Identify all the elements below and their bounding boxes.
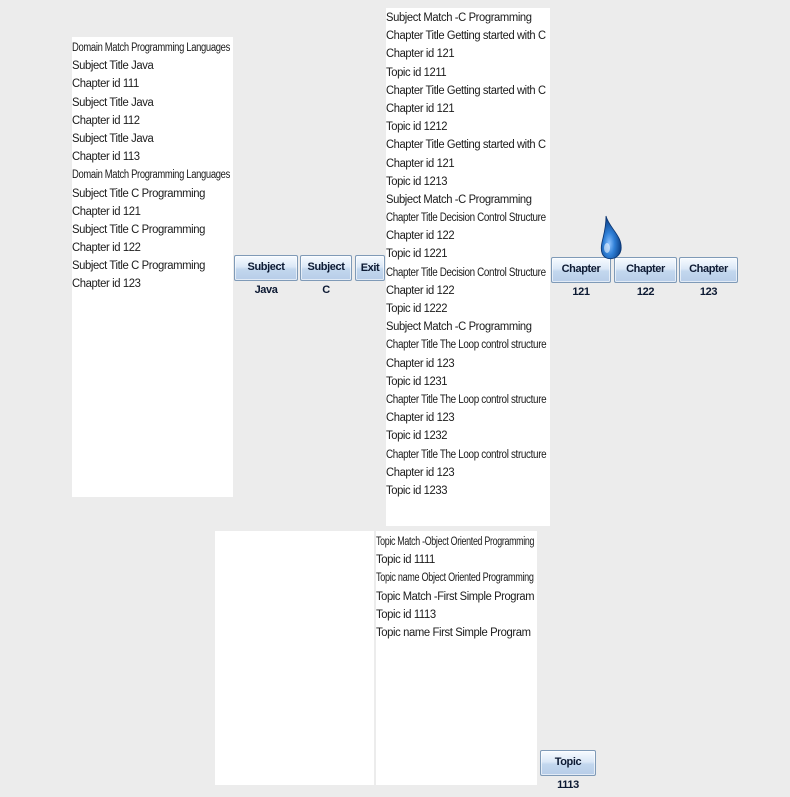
list-item: Chapter Title Decision Control Structure xyxy=(386,266,546,279)
list-item: Chapter Title Getting started with C xyxy=(386,30,546,43)
list-item: Chapter id 112 xyxy=(72,114,140,127)
list-item: Chapter id 121 xyxy=(386,102,455,115)
list-item: Topic id 1222 xyxy=(386,303,448,315)
subject-c-button[interactable]: Subject C xyxy=(300,255,352,296)
chapter-results-list: Subject Match -C Programming Chapter Titl… xyxy=(386,9,550,500)
topic-results-panel[interactable]: Topic Match -Object Oriented Programming… xyxy=(376,531,537,785)
list-item: Topic id 1212 xyxy=(386,121,448,134)
list-item: Chapter Title Getting started with C xyxy=(386,84,546,97)
list-item: Subject Match -C Programming xyxy=(386,12,532,24)
list-item: Subject Title C Programming xyxy=(72,187,205,200)
list-item: Topic id 1213 xyxy=(386,175,448,188)
list-item: Topic Match -First Simple Program xyxy=(376,590,535,603)
empty-output-panel[interactable] xyxy=(215,531,374,785)
list-item: Subject Title C Programming xyxy=(72,223,205,236)
list-item: Topic name First Simple Program xyxy=(376,626,531,639)
water-drop-cursor-icon xyxy=(600,215,622,260)
list-item: Domain Match Programming Languages xyxy=(72,42,230,54)
list-item: Topic id 1113 xyxy=(376,608,436,621)
list-item: Topic name Object Oriented Programming xyxy=(376,572,534,585)
list-item: Subject Match -C Programming xyxy=(386,193,532,206)
list-item: Chapter id 123 xyxy=(386,466,455,479)
domain-results-list: Domain Match Programming Languages Subje… xyxy=(72,39,233,294)
list-item: Chapter id 122 xyxy=(386,284,455,297)
topic-results-list: Topic Match -Object Oriented Programming… xyxy=(376,533,537,642)
list-item: Chapter id 121 xyxy=(386,48,455,61)
list-item: Subject Title Java xyxy=(72,96,154,109)
list-item: Chapter id 113 xyxy=(72,151,140,164)
list-item: Domain Match Programming Languages xyxy=(72,169,230,182)
list-item: Chapter id 121 xyxy=(386,157,455,170)
list-item: Topic id 1211 xyxy=(386,66,447,79)
exit-button[interactable]: Exit xyxy=(355,255,385,281)
subject-java-button[interactable]: Subject Java xyxy=(234,255,298,296)
list-item: Chapter id 111 xyxy=(72,78,139,91)
list-item: Subject Title C Programming xyxy=(72,260,205,273)
list-item: Chapter id 123 xyxy=(72,278,141,291)
list-item: Subject Match -C Programming xyxy=(386,321,532,334)
list-item: Subject Title Java xyxy=(72,132,154,145)
list-item: Chapter id 123 xyxy=(386,412,455,425)
list-item: Topic id 1233 xyxy=(386,484,448,497)
chapter-results-panel[interactable]: Subject Match -C Programming Chapter Titl… xyxy=(386,8,550,526)
list-item: Topic id 1111 xyxy=(376,554,435,567)
list-item: Chapter Title Getting started with C xyxy=(386,139,546,152)
list-item: Topic id 1232 xyxy=(386,430,448,443)
chapter-123-button[interactable]: Chapter 123 xyxy=(679,257,738,298)
list-item: Subject Title Java xyxy=(72,60,154,73)
list-item: Topic id 1221 xyxy=(386,248,448,261)
list-item: Topic Match -Object Oriented Programming xyxy=(376,536,535,548)
list-item: Chapter Title The Loop control structure xyxy=(386,393,547,406)
list-item: Chapter Title The Loop control structure xyxy=(386,448,547,461)
list-item: Chapter id 121 xyxy=(72,205,141,218)
domain-results-panel[interactable]: Domain Match Programming Languages Subje… xyxy=(72,37,233,497)
list-item: Topic id 1231 xyxy=(386,375,448,388)
topic-1113-button[interactable]: Topic 1113 xyxy=(540,750,596,791)
list-item: Chapter Title The Loop control structure xyxy=(386,339,547,352)
list-item: Chapter id 122 xyxy=(386,230,455,243)
list-item: Chapter id 123 xyxy=(386,357,455,370)
list-item: Chapter id 122 xyxy=(72,242,141,255)
list-item: Chapter Title Decision Control Structure xyxy=(386,212,546,225)
